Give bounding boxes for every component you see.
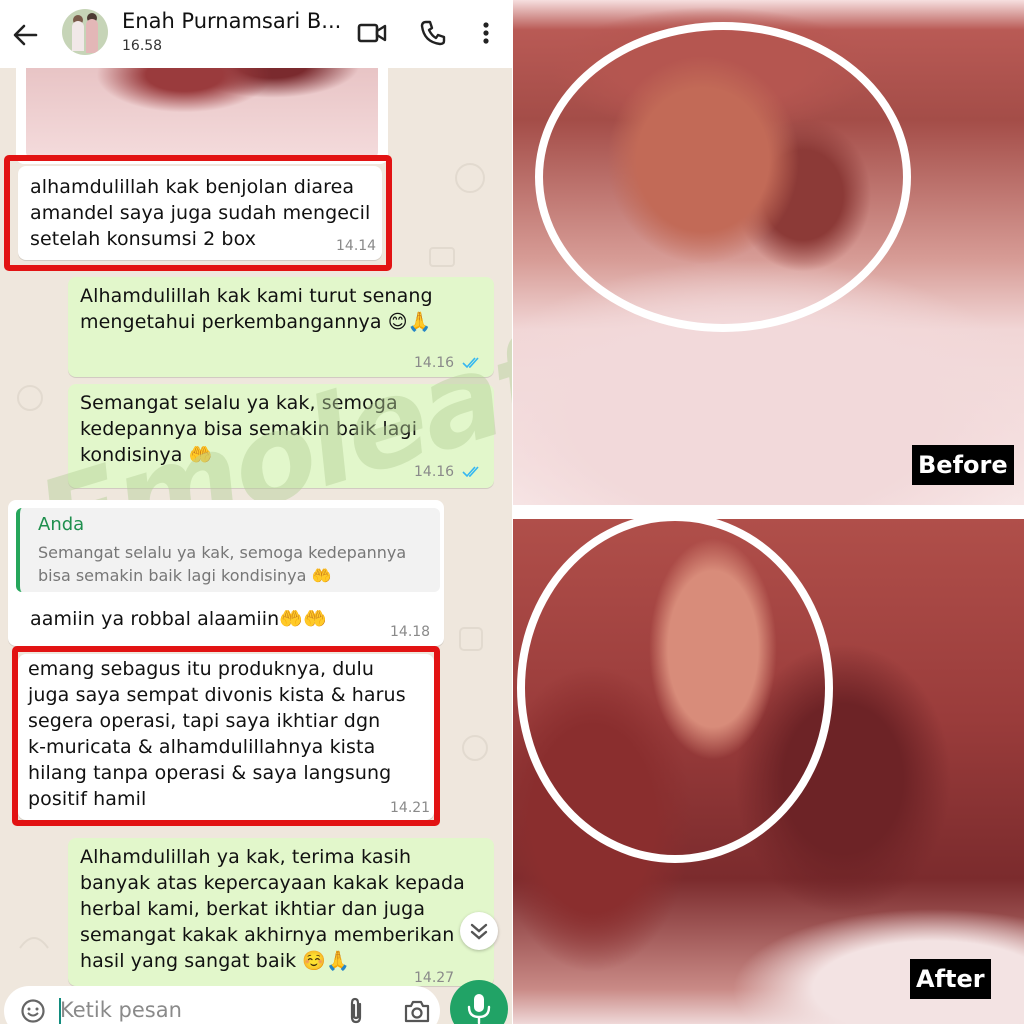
throat-photo-thumbnail[interactable] (26, 60, 378, 158)
back-arrow-icon[interactable] (10, 20, 40, 50)
quote-text: Semangat selalu ya kak, semoga kedepanny… (38, 543, 407, 585)
message-input[interactable] (60, 995, 320, 1024)
message-text: alhamdulillah kak benjolan diarea amande… (30, 176, 371, 250)
message-outgoing[interactable]: Semangat selalu ya kak, semoga kedepanny… (68, 384, 494, 488)
scroll-to-bottom-button[interactable] (460, 912, 498, 950)
before-photo: Before (513, 0, 1024, 505)
read-ticks-icon (462, 357, 479, 369)
emoji-icon[interactable] (20, 998, 46, 1024)
message-time: 14.27 (414, 970, 455, 986)
before-label: Before (912, 445, 1014, 485)
message-incoming[interactable]: emang sebagus itu produknya, dulu juga s… (18, 654, 434, 820)
after-label: After (910, 959, 991, 999)
camera-icon[interactable] (402, 998, 432, 1024)
message-text: Semangat selalu ya kak, semoga kedepanny… (80, 392, 418, 466)
message-outgoing[interactable]: Alhamdulillah kak kami turut senang meng… (68, 277, 494, 377)
message-time: 14.21 (390, 800, 431, 816)
quote-sender: Anda (38, 514, 85, 535)
mic-icon (467, 994, 491, 1024)
message-text: aamiin ya robbal alaamiin🤲🤲 (30, 608, 327, 630)
message-time: 14.14 (336, 238, 377, 254)
read-ticks-icon (462, 466, 479, 478)
message-input-container (4, 986, 440, 1024)
chat-header: Enah Purnamsari B... 16.58 (0, 0, 512, 68)
message-time: 14.16 (414, 464, 455, 480)
highlight-circle (517, 519, 833, 863)
message-incoming[interactable]: alhamdulillah kak benjolan diarea amande… (18, 166, 382, 260)
phone-icon[interactable] (418, 18, 448, 48)
more-vert-icon[interactable] (474, 18, 498, 48)
message-input-bar (0, 980, 512, 1024)
highlight-circle (535, 22, 911, 332)
video-call-icon[interactable] (356, 20, 388, 46)
after-photo: After (513, 519, 1024, 1024)
image-message[interactable] (16, 60, 388, 164)
chat-panel: alhamdulillah kak benjolan diarea amande… (0, 0, 512, 1024)
last-seen-time: 16.58 (122, 38, 163, 54)
avatar[interactable] (62, 9, 108, 55)
mic-button[interactable] (450, 980, 508, 1024)
chevron-double-down-icon (470, 923, 488, 940)
message-time: 14.18 (390, 624, 431, 640)
contact-name[interactable]: Enah Purnamsari B... (122, 9, 341, 33)
message-text: Alhamdulillah ya kak, terima kasih banya… (80, 846, 465, 972)
photo-divider (513, 505, 1024, 519)
message-text: Alhamdulillah kak kami turut senang meng… (80, 285, 433, 333)
message-text: emang sebagus itu produknya, dulu juga s… (28, 658, 406, 810)
message-time: 14.16 (414, 355, 455, 371)
quoted-message[interactable]: Anda Semangat selalu ya kak, semoga kede… (16, 508, 440, 592)
attach-icon[interactable] (344, 996, 368, 1024)
message-outgoing[interactable]: Alhamdulillah ya kak, terima kasih banya… (68, 838, 494, 986)
